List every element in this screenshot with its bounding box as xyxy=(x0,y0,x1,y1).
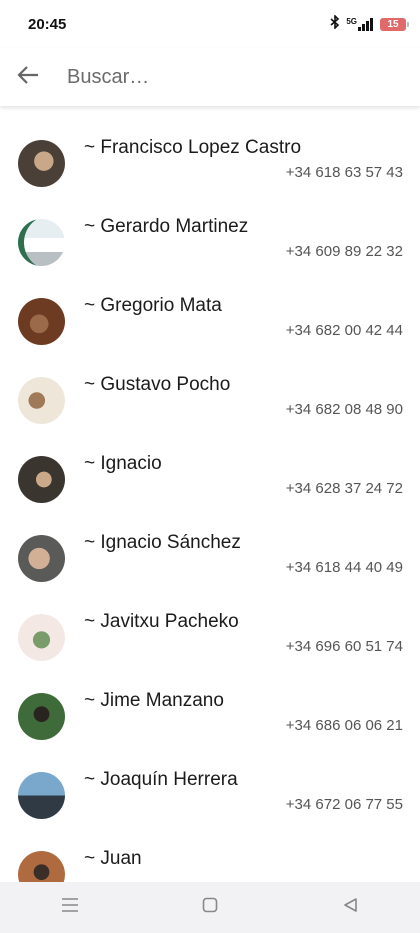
search-header xyxy=(0,48,420,106)
contact-phone: +34 686 06 06 21 xyxy=(285,717,403,734)
contact-row[interactable]: ~ Joaquín Herrera +34 672 06 77 55 xyxy=(0,769,420,851)
contact-name: ~ Jime Manzano xyxy=(84,690,224,711)
back-button[interactable] xyxy=(0,49,56,105)
contact-phone: +34 696 60 51 74 xyxy=(285,638,403,655)
avatar xyxy=(18,456,65,503)
avatar xyxy=(18,693,65,740)
contact-phone: +34 672 06 77 55 xyxy=(285,796,403,813)
avatar xyxy=(18,377,65,424)
contact-name: ~ Gregorio Mata xyxy=(84,295,222,316)
contact-name: ~ Francisco Lopez Castro xyxy=(84,137,302,158)
nav-menu-button[interactable] xyxy=(40,888,100,928)
contact-row[interactable]: ~ Jime Manzano +34 686 06 06 21 xyxy=(0,690,420,772)
nav-back-button[interactable] xyxy=(320,888,380,928)
status-time: 20:45 xyxy=(28,15,67,33)
contact-name: ~ Juan xyxy=(84,848,142,869)
search-input[interactable] xyxy=(65,64,399,90)
contact-phone: +34 628 37 24 72 xyxy=(285,480,403,497)
nav-bar xyxy=(0,882,420,933)
contact-phone: +34 682 08 48 90 xyxy=(285,401,403,418)
contact-row[interactable]: ~ Javitxu Pacheko +34 696 60 51 74 xyxy=(0,611,420,693)
avatar xyxy=(18,851,65,882)
contact-name: ~ Javitxu Pacheko xyxy=(84,611,239,632)
status-bar: 20:45 5G 15 xyxy=(0,0,420,48)
contact-row[interactable]: ~ Francisco Lopez Castro +34 618 63 57 4… xyxy=(0,137,420,219)
avatar xyxy=(18,219,65,266)
avatar xyxy=(18,614,65,661)
menu-icon xyxy=(61,898,79,917)
contact-row[interactable]: ~ Gerardo Martinez +34 609 89 22 32 xyxy=(0,216,420,298)
network-type: 5G xyxy=(346,16,357,26)
contact-phone: +34 682 00 42 44 xyxy=(285,322,403,339)
bluetooth-icon xyxy=(330,13,340,34)
contact-row[interactable]: ~ Ignacio +34 628 37 24 72 xyxy=(0,453,420,535)
contact-name: ~ Joaquín Herrera xyxy=(84,769,238,790)
contact-phone: +34 618 44 40 49 xyxy=(285,559,403,576)
contact-list[interactable]: ~ Francisco Lopez Castro +34 618 63 57 4… xyxy=(0,106,420,882)
avatar xyxy=(18,140,65,187)
contact-row[interactable]: ~ Gustavo Pocho +34 682 08 48 90 xyxy=(0,374,420,456)
avatar xyxy=(18,772,65,819)
contact-name: ~ Gerardo Martinez xyxy=(84,216,249,237)
back-triangle-icon xyxy=(342,897,358,918)
contact-phone: +34 618 63 57 43 xyxy=(285,164,403,181)
contact-name: ~ Ignacio xyxy=(84,453,162,474)
arrow-left-icon xyxy=(17,65,39,89)
nav-home-button[interactable] xyxy=(180,888,240,928)
status-icons: 5G 15 xyxy=(330,13,409,34)
contact-phone: +34 609 89 22 32 xyxy=(285,243,403,260)
avatar xyxy=(18,535,65,582)
signal-icon: 5G xyxy=(346,16,374,31)
avatar xyxy=(18,298,65,345)
battery-icon: 15 xyxy=(380,17,409,31)
contact-row[interactable]: ~ Juan xyxy=(0,848,420,882)
home-square-icon xyxy=(202,897,218,918)
contact-name: ~ Ignacio Sánchez xyxy=(84,532,241,553)
contact-row[interactable]: ~ Ignacio Sánchez +34 618 44 40 49 xyxy=(0,532,420,614)
contact-name: ~ Gustavo Pocho xyxy=(84,374,231,395)
contact-row[interactable]: ~ Gregorio Mata +34 682 00 42 44 xyxy=(0,295,420,377)
